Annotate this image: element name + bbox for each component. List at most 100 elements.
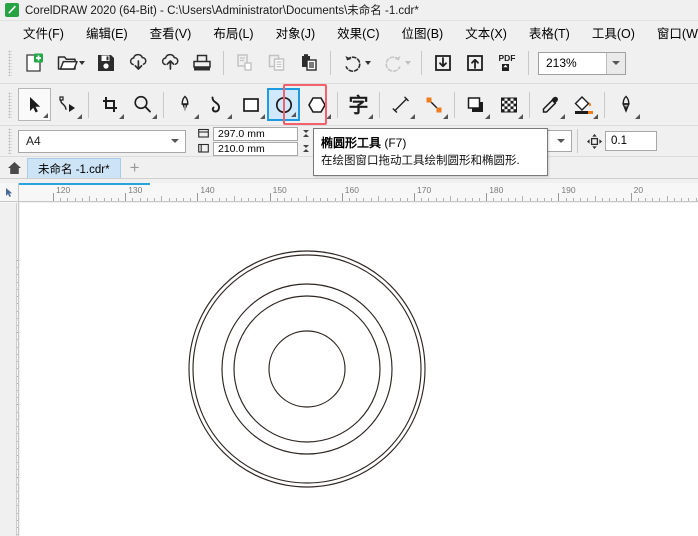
horizontal-ruler[interactable]: 120 130 140 150 160 170 180 190 20 <box>0 183 698 202</box>
ruler-minor-tick <box>204 198 206 201</box>
export-button[interactable] <box>459 48 491 78</box>
menu-view[interactable]: 查看(V) <box>139 21 203 44</box>
menu-layout[interactable]: 布局(L) <box>202 21 264 44</box>
print-button[interactable] <box>186 48 218 78</box>
tool-shape[interactable] <box>51 88 84 121</box>
text-tool-icon: 字 <box>348 92 369 117</box>
ruler-minor-tick <box>182 198 184 201</box>
page-height-field[interactable]: 210.0 mm <box>213 141 298 156</box>
toolbar-separator-4 <box>528 51 529 75</box>
crop-tool-flyout-arrow[interactable] <box>119 114 124 119</box>
open-dropdown-caret[interactable] <box>78 61 85 65</box>
page-size-combo[interactable]: A4 <box>18 129 186 153</box>
circle-outer-1[interactable] <box>188 250 426 488</box>
ellipse-tool-flyout-arrow[interactable] <box>291 112 296 117</box>
print-icon <box>193 54 211 71</box>
page-width-field[interactable]: 297.0 mm <box>213 126 298 141</box>
zoom-level-combo[interactable]: 213% <box>538 51 626 75</box>
circle-middle-1[interactable] <box>221 283 393 455</box>
tool-outline-pen[interactable] <box>609 88 642 121</box>
zoom-level-dropdown-arrow[interactable] <box>606 52 625 74</box>
tool-polygon[interactable] <box>300 88 333 121</box>
tool-ellipse[interactable] <box>267 88 300 121</box>
export-pdf-button[interactable]: PDF <box>491 48 523 78</box>
new-document-button[interactable] <box>18 48 50 78</box>
circle-inner[interactable] <box>268 330 346 408</box>
export-icon <box>467 55 483 71</box>
circle-outer-2[interactable] <box>192 254 422 484</box>
menu-object[interactable]: 对象(J) <box>265 21 327 44</box>
ruler-minor-tick <box>377 196 379 201</box>
menu-edit[interactable]: 编辑(E) <box>75 21 139 44</box>
tool-interactive-fill[interactable] <box>567 88 600 121</box>
copy-button[interactable] <box>261 48 293 78</box>
cloud-download-button[interactable] <box>122 48 154 78</box>
save-button[interactable] <box>90 48 122 78</box>
outline-pen-tool-icon <box>621 95 630 113</box>
toolbar-grip[interactable] <box>8 50 12 76</box>
undo-dropdown-caret[interactable] <box>364 61 371 65</box>
tool-pick[interactable] <box>18 88 51 121</box>
toolbox-separator-2 <box>163 91 164 118</box>
rectangle-tool-flyout-arrow[interactable] <box>260 114 265 119</box>
tool-zoom[interactable] <box>126 88 159 121</box>
tool-dimension[interactable] <box>384 88 417 121</box>
dimension-tool-flyout-arrow[interactable] <box>410 114 415 119</box>
connector-tool-flyout-arrow[interactable] <box>443 114 448 119</box>
tool-text[interactable]: 字 <box>342 88 375 121</box>
open-document-icon <box>57 56 78 70</box>
cut-button[interactable] <box>229 48 261 78</box>
artistic-media-tool-flyout-arrow[interactable] <box>227 114 232 119</box>
drawing-canvas[interactable] <box>20 203 698 536</box>
eyedropper-tool-flyout-arrow[interactable] <box>560 114 565 119</box>
tool-artistic-media[interactable] <box>201 88 234 121</box>
page-size-dropdown-arrow[interactable] <box>165 139 185 143</box>
redo-dropdown-caret[interactable] <box>404 61 411 65</box>
add-document-tab-button[interactable]: + <box>123 158 147 178</box>
interactive-fill-tool-flyout-arrow[interactable] <box>593 114 598 119</box>
tool-connector[interactable] <box>417 88 450 121</box>
menu-file[interactable]: 文件(F) <box>12 21 75 44</box>
pick-tool-flyout-arrow[interactable] <box>43 113 48 118</box>
tool-eyedropper[interactable] <box>534 88 567 121</box>
page-size-value[interactable]: A4 <box>19 134 165 148</box>
tool-drop-shadow[interactable] <box>459 88 492 121</box>
units-dropdown-arrow[interactable] <box>551 139 571 143</box>
redo-button[interactable] <box>376 48 416 78</box>
zoom-level-value[interactable]: 213% <box>539 53 606 74</box>
page-height-spinner[interactable] <box>299 142 313 156</box>
polygon-tool-flyout-arrow[interactable] <box>326 114 331 119</box>
menu-table[interactable]: 表格(T) <box>518 21 581 44</box>
open-document-button[interactable] <box>50 48 90 78</box>
circle-middle-2[interactable] <box>233 295 381 443</box>
menu-window[interactable]: 窗口(W) <box>646 21 698 44</box>
menu-tools[interactable]: 工具(O) <box>581 21 646 44</box>
toolbox-grip[interactable] <box>8 91 12 118</box>
shape-tool-flyout-arrow[interactable] <box>77 114 82 119</box>
import-button[interactable] <box>427 48 459 78</box>
zoom-tool-flyout-arrow[interactable] <box>152 114 157 119</box>
undo-button[interactable] <box>336 48 376 78</box>
doc-tab-untitled-1[interactable]: 未命名 -1.cdr* <box>27 158 121 178</box>
menu-text[interactable]: 文本(X) <box>454 21 518 44</box>
ruler-minor-tick <box>536 198 538 201</box>
tool-rectangle[interactable] <box>234 88 267 121</box>
ruler-minor-tick <box>522 196 524 201</box>
text-tool-flyout-arrow[interactable] <box>368 114 373 119</box>
nudge-offset-field[interactable]: 0.1 <box>605 131 657 151</box>
page-width-spinner[interactable] <box>299 127 313 141</box>
menu-bitmaps[interactable]: 位图(B) <box>391 21 455 44</box>
ruler-corner[interactable] <box>0 183 19 202</box>
tool-crop[interactable] <box>93 88 126 121</box>
cloud-upload-button[interactable] <box>154 48 186 78</box>
home-button[interactable] <box>3 158 25 178</box>
freehand-tool-flyout-arrow[interactable] <box>194 114 199 119</box>
property-bar-grip[interactable] <box>8 128 12 154</box>
outline-pen-tool-flyout-arrow[interactable] <box>635 114 640 119</box>
tool-transparency[interactable] <box>492 88 525 121</box>
tool-freehand[interactable] <box>168 88 201 121</box>
paste-button[interactable] <box>293 48 325 78</box>
drop-shadow-tool-flyout-arrow[interactable] <box>485 114 490 119</box>
menu-effects[interactable]: 效果(C) <box>326 21 390 44</box>
transparency-tool-flyout-arrow[interactable] <box>518 114 523 119</box>
